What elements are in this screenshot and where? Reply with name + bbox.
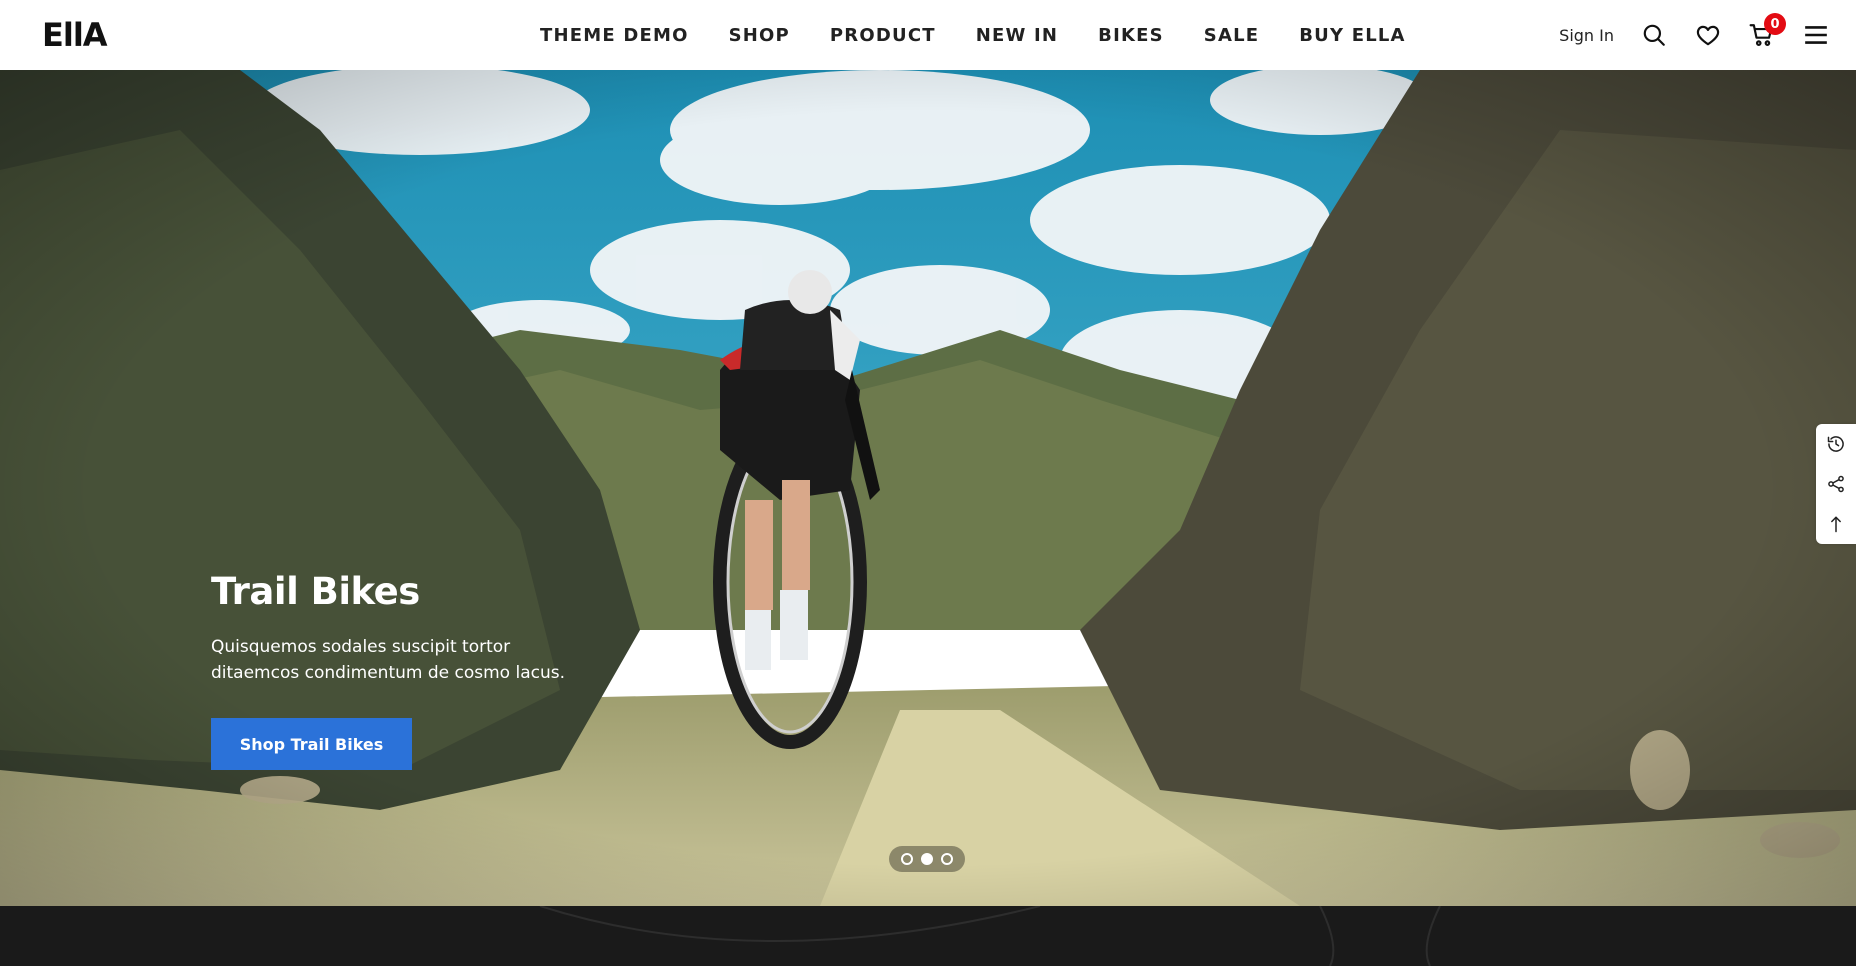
share-icon[interactable] (1816, 464, 1856, 504)
site-header: EllA THEME DEMO SHOP PRODUCT NEW IN BIKE… (0, 0, 1856, 70)
shop-trail-bikes-button[interactable]: Shop Trail Bikes (211, 718, 412, 770)
header-actions: Sign In 0 (1559, 0, 1830, 70)
nav-item-sale[interactable]: SALE (1204, 25, 1259, 46)
hero-description: Quisquemos sodales suscipit tortor ditae… (211, 637, 566, 683)
nav-item-shop[interactable]: SHOP (729, 25, 790, 46)
nav-item-theme-demo[interactable]: THEME DEMO (540, 25, 689, 46)
hero-caption: Trail Bikes Quisquemos sodales suscipit … (211, 570, 631, 686)
nav-item-bikes[interactable]: BIKES (1098, 25, 1164, 46)
slider-dot-2[interactable] (921, 853, 933, 865)
slider-dot-3[interactable] (941, 853, 953, 865)
next-section-strip (0, 906, 1856, 966)
nav-item-new-in[interactable]: NEW IN (976, 25, 1058, 46)
heart-icon[interactable] (1694, 21, 1722, 49)
hero-slider: Trail Bikes Quisquemos sodales suscipit … (0, 70, 1856, 906)
cart-icon[interactable]: 0 (1748, 13, 1786, 49)
site-logo[interactable]: EllA (42, 19, 108, 51)
slider-pagination (889, 846, 965, 872)
search-icon[interactable] (1640, 21, 1668, 49)
side-toolbar (1816, 424, 1856, 544)
history-icon[interactable] (1816, 424, 1856, 464)
hero-background-image (0, 70, 1856, 906)
scroll-top-icon[interactable] (1816, 504, 1856, 544)
slider-dot-1[interactable] (901, 853, 913, 865)
sign-in-link[interactable]: Sign In (1559, 26, 1614, 45)
nav-item-buy-ella[interactable]: BUY ELLA (1299, 25, 1405, 46)
menu-icon[interactable] (1802, 21, 1830, 49)
hero-title: Trail Bikes (211, 570, 420, 613)
decorative-lines (539, 906, 1441, 966)
cart-count-badge: 0 (1764, 13, 1786, 35)
nav-item-product[interactable]: PRODUCT (830, 25, 936, 46)
main-nav: THEME DEMO SHOP PRODUCT NEW IN BIKES SAL… (540, 0, 1406, 70)
